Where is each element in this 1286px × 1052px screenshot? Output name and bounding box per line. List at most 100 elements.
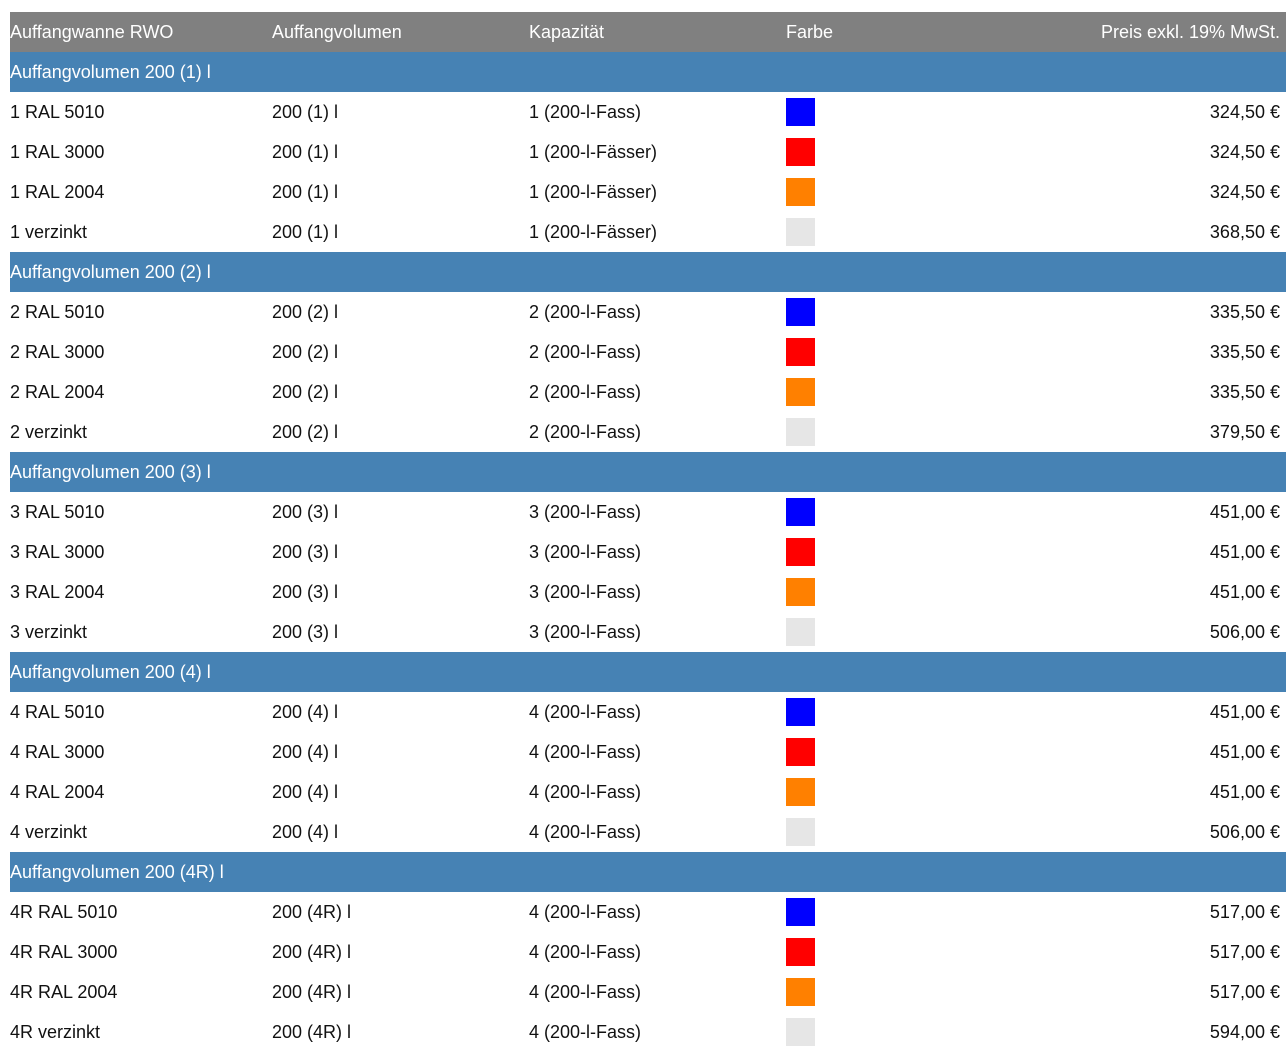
price-cell: 379,50 € — [1209, 421, 1280, 442]
volume-cell: 200 (4) l — [272, 701, 339, 722]
header-color: Farbe — [786, 21, 834, 42]
volume-cell: 200 (4R) l — [272, 1021, 352, 1042]
group-title: Auffangvolumen 200 (4) l — [10, 661, 211, 682]
table-row: 3 verzinkt 200 (3) l 3 (200-l-Fass) 506,00 … — [10, 612, 1286, 652]
header-product: Auffangwanne RWO — [10, 21, 174, 42]
color-cell — [786, 618, 1086, 646]
color-cell — [786, 938, 1086, 966]
color-cell — [786, 298, 1086, 326]
price-cell: 335,50 € — [1209, 381, 1280, 402]
capacity-cell: 3 (200-l-Fass) — [529, 581, 642, 602]
header-price: Preis exkl. 19% MwSt. — [1100, 21, 1280, 42]
price-cell: 517,00 € — [1209, 941, 1280, 962]
volume-cell: 200 (1) l — [272, 101, 339, 122]
capacity-cell: 1 (200-l-Fässer) — [529, 181, 658, 202]
price-cell: 451,00 € — [1209, 501, 1280, 522]
price-cell: 324,50 € — [1209, 181, 1280, 202]
table-row: 1 verzinkt 200 (1) l 1 (200-l-Fässer) 368,5… — [10, 212, 1286, 252]
product-name: 2 verzinkt — [10, 421, 88, 442]
color-cell — [786, 338, 1086, 366]
product-name: 1 RAL 3000 — [10, 141, 105, 162]
table-row: 1 RAL 3000 200 (1) l 1 (200-l-Fässer) 324,5… — [10, 132, 1286, 172]
product-name: 2 RAL 3000 — [10, 341, 105, 362]
price-cell: 517,00 € — [1209, 981, 1280, 1002]
color-swatch — [786, 298, 815, 326]
color-cell — [786, 1018, 1086, 1046]
color-swatch — [786, 138, 815, 166]
table-row: 2 RAL 3000 200 (2) l 2 (200-l-Fass) 335,50 … — [10, 332, 1286, 372]
group-title: Auffangvolumen 200 (1) l — [10, 61, 211, 82]
volume-cell: 200 (2) l — [272, 341, 339, 362]
group-header: Auffangvolumen 200 (4R) l — [10, 852, 1286, 892]
volume-cell: 200 (4R) l — [272, 941, 352, 962]
table-row: 4R RAL 5010 200 (4R) l 4 (200-l-Fass) 517,0… — [10, 892, 1286, 932]
color-swatch — [786, 98, 815, 126]
product-name: 2 RAL 5010 — [10, 301, 105, 322]
table-row: 3 RAL 5010 200 (3) l 3 (200-l-Fass) 451,00 … — [10, 492, 1286, 532]
price-cell: 451,00 € — [1209, 741, 1280, 762]
capacity-cell: 4 (200-l-Fass) — [529, 981, 642, 1002]
color-cell — [786, 138, 1086, 166]
color-cell — [786, 698, 1086, 726]
group-title: Auffangvolumen 200 (2) l — [10, 261, 211, 282]
color-cell — [786, 98, 1086, 126]
color-swatch — [786, 498, 815, 526]
table-row: 3 RAL 2004 200 (3) l 3 (200-l-Fass) 451,00 … — [10, 572, 1286, 612]
color-swatch — [786, 698, 815, 726]
color-cell — [786, 738, 1086, 766]
product-name: 4 RAL 3000 — [10, 741, 105, 762]
volume-cell: 200 (2) l — [272, 301, 339, 322]
volume-cell: 200 (1) l — [272, 141, 339, 162]
capacity-cell: 4 (200-l-Fass) — [529, 941, 642, 962]
product-name: 4R RAL 5010 — [10, 901, 118, 922]
volume-cell: 200 (4R) l — [272, 981, 352, 1002]
group-title: Auffangvolumen 200 (3) l — [10, 461, 211, 482]
color-swatch — [786, 738, 815, 766]
price-cell: 335,50 € — [1209, 341, 1280, 362]
product-name: 1 verzinkt — [10, 221, 88, 242]
color-swatch — [786, 818, 815, 846]
color-swatch — [786, 338, 815, 366]
color-cell — [786, 778, 1086, 806]
color-cell — [786, 378, 1086, 406]
volume-cell: 200 (1) l — [272, 181, 339, 202]
capacity-cell: 3 (200-l-Fass) — [529, 501, 642, 522]
price-cell: 335,50 € — [1209, 301, 1280, 322]
price-cell: 451,00 € — [1209, 581, 1280, 602]
price-cell: 594,00 € — [1209, 1021, 1280, 1042]
capacity-cell: 4 (200-l-Fass) — [529, 1021, 642, 1042]
color-cell — [786, 178, 1086, 206]
product-name: 4R RAL 3000 — [10, 941, 118, 962]
volume-cell: 200 (2) l — [272, 421, 339, 442]
capacity-cell: 2 (200-l-Fass) — [529, 421, 642, 442]
color-swatch — [786, 978, 815, 1006]
table-row: 3 RAL 3000 200 (3) l 3 (200-l-Fass) 451,00 … — [10, 532, 1286, 572]
product-name: 1 RAL 5010 — [10, 101, 105, 122]
color-swatch — [786, 218, 815, 246]
product-name: 4 RAL 2004 — [10, 781, 105, 802]
product-name: 4 verzinkt — [10, 821, 88, 842]
volume-cell: 200 (4) l — [272, 821, 339, 842]
capacity-cell: 1 (200-l-Fässer) — [529, 221, 658, 242]
group-header: Auffangvolumen 200 (3) l — [10, 452, 1286, 492]
color-cell — [786, 978, 1086, 1006]
price-cell: 451,00 € — [1209, 701, 1280, 722]
table-row: 1 RAL 2004 200 (1) l 1 (200-l-Fässer) 324,5… — [10, 172, 1286, 212]
capacity-cell: 2 (200-l-Fass) — [529, 301, 642, 322]
volume-cell: 200 (3) l — [272, 541, 339, 562]
product-name: 3 verzinkt — [10, 621, 88, 642]
product-name: 1 RAL 2004 — [10, 181, 105, 202]
product-name: 3 RAL 2004 — [10, 581, 105, 602]
color-swatch — [786, 538, 815, 566]
color-swatch — [786, 938, 815, 966]
header-capacity: Kapazität — [529, 21, 605, 42]
table-header: Auffangwanne RWO Auffangvolumen Kapazitä… — [10, 12, 1286, 52]
color-cell — [786, 538, 1086, 566]
price-cell: 506,00 € — [1209, 821, 1280, 842]
price-cell: 451,00 € — [1209, 781, 1280, 802]
product-name: 4R RAL 2004 — [10, 981, 118, 1002]
color-swatch — [786, 178, 815, 206]
capacity-cell: 3 (200-l-Fass) — [529, 541, 642, 562]
table-row: 2 RAL 2004 200 (2) l 2 (200-l-Fass) 335,50 … — [10, 372, 1286, 412]
capacity-cell: 3 (200-l-Fass) — [529, 621, 642, 642]
